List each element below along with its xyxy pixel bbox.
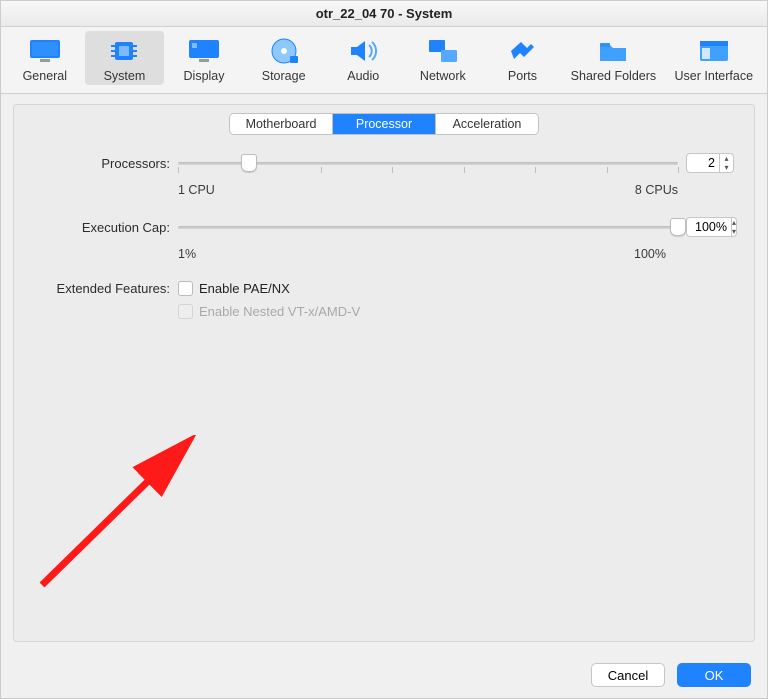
processors-spinbox[interactable]: ▴▾ [686, 153, 734, 173]
connector-icon [504, 37, 540, 65]
tab-acceleration[interactable]: Acceleration [436, 114, 538, 134]
execution-cap-min-label: 1% [178, 247, 196, 261]
extended-features-label: Extended Features: [34, 281, 178, 296]
system-tabs: Motherboard Processor Acceleration [229, 113, 539, 135]
toolbar-label: User Interface [675, 69, 754, 83]
settings-window: otr_22_04 70 - System General System Dis… [0, 0, 768, 699]
toolbar-ports[interactable]: Ports [483, 31, 563, 85]
stepper-up-icon[interactable]: ▴ [720, 154, 733, 163]
toolbar-audio[interactable]: Audio [323, 31, 403, 85]
stepper-up-icon[interactable]: ▴ [732, 218, 736, 227]
execution-cap-slider[interactable] [178, 218, 678, 236]
toolbar-storage[interactable]: Storage [244, 31, 324, 85]
monitor-icon [27, 37, 63, 65]
processors-label: Processors: [34, 156, 178, 171]
toolbar-label: Ports [508, 69, 537, 83]
toolbar-shared-folders[interactable]: Shared Folders [562, 31, 664, 85]
processors-min-label: 1 CPU [178, 183, 215, 197]
toolbar-network[interactable]: Network [403, 31, 483, 85]
toolbar-label: Network [420, 69, 466, 83]
enable-nested-label: Enable Nested VT-x/AMD-V [199, 304, 360, 319]
execution-cap-max-label: 100% [634, 247, 666, 261]
toolbar-display[interactable]: Display [164, 31, 244, 85]
disk-icon [266, 37, 302, 65]
processors-value[interactable] [686, 153, 720, 173]
toolbar-label: Storage [262, 69, 306, 83]
toolbar-user-interface[interactable]: User Interface [665, 31, 764, 85]
enable-pae-checkbox[interactable] [178, 281, 193, 296]
execution-cap-value[interactable] [686, 217, 732, 237]
toolbar-label: General [23, 69, 67, 83]
display-icon [186, 37, 222, 65]
window-title: otr_22_04 70 - System [1, 1, 767, 27]
toolbar: General System Display Storage [1, 27, 767, 94]
toolbar-label: Audio [347, 69, 379, 83]
dialog-footer: Cancel OK [1, 652, 767, 698]
cancel-button[interactable]: Cancel [591, 663, 665, 687]
execution-cap-label: Execution Cap: [34, 220, 178, 235]
folder-icon [595, 37, 631, 65]
network-icon [425, 37, 461, 65]
toolbar-label: System [104, 69, 146, 83]
toolbar-general[interactable]: General [5, 31, 85, 85]
processors-max-label: 8 CPUs [635, 183, 678, 197]
processors-slider[interactable] [178, 154, 678, 172]
toolbar-label: Shared Folders [571, 69, 656, 83]
annotation-arrow-icon [32, 435, 212, 605]
stepper-down-icon[interactable]: ▾ [720, 163, 733, 172]
enable-nested-checkbox [178, 304, 193, 319]
tab-motherboard[interactable]: Motherboard [230, 114, 333, 134]
stepper-down-icon[interactable]: ▾ [732, 227, 736, 236]
toolbar-system[interactable]: System [85, 31, 165, 85]
toolbar-label: Display [184, 69, 225, 83]
enable-pae-label: Enable PAE/NX [199, 281, 290, 296]
ui-icon [696, 37, 732, 65]
ok-button[interactable]: OK [677, 663, 751, 687]
system-panel: Motherboard Processor Acceleration Proce… [13, 104, 755, 642]
tab-processor[interactable]: Processor [333, 114, 436, 134]
chip-icon [106, 37, 142, 65]
execution-cap-spinbox[interactable]: ▴▾ [686, 217, 734, 237]
speaker-icon [345, 37, 381, 65]
